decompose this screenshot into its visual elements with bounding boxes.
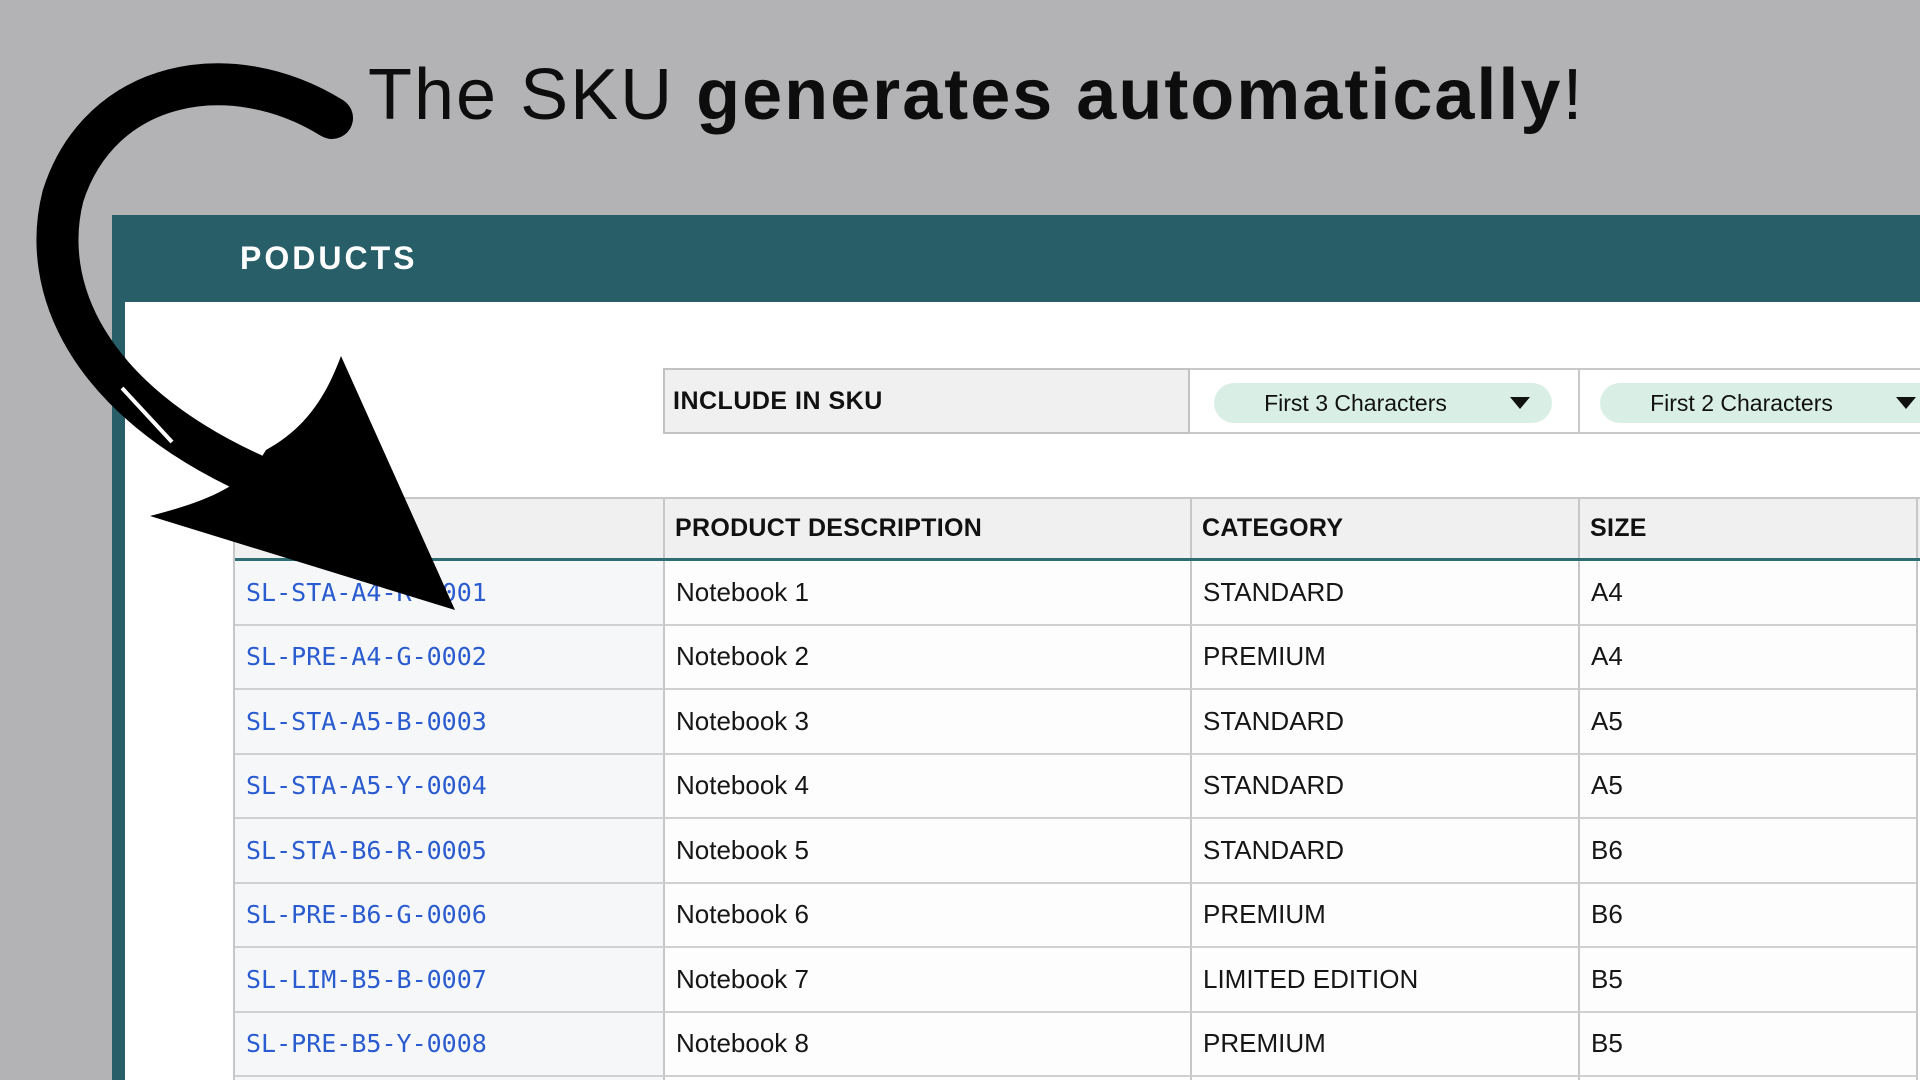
- column-header-product-description[interactable]: PRODUCT DESCRIPTION: [665, 499, 1192, 558]
- cell-sku[interactable]: SL-LIM-B5-B-0007: [235, 948, 665, 1013]
- cell-size[interactable]: B5: [1580, 948, 1918, 1013]
- page-title: PODUCTS: [240, 215, 417, 302]
- cell-size[interactable]: B6: [1580, 819, 1918, 884]
- table-row: SL-STA-B6-R-0005 Notebook 5 STANDARD B6: [235, 819, 1920, 884]
- cell-sku[interactable]: SL-STA-A5-Y-0004: [235, 755, 665, 820]
- caret-down-icon: [1510, 397, 1530, 409]
- dropdown-value: First 2 Characters: [1650, 390, 1888, 417]
- sku-part-cell-1: First 3 Characters: [1190, 368, 1580, 434]
- cell-size[interactable]: A5: [1580, 755, 1918, 820]
- sku-part-cell-2: First 2 Characters: [1580, 368, 1920, 434]
- tutorial-graphic: The SKU generates automatically! PODUCTS…: [0, 0, 1920, 1080]
- cell-description[interactable]: Notebook 1: [665, 561, 1192, 626]
- cell-size[interactable]: A4: [1580, 561, 1918, 626]
- table-row: SL-PRE-B6-G-0006 Notebook 6 PREMIUM B6: [235, 884, 1920, 949]
- cell-description[interactable]: Notebook 4: [665, 755, 1192, 820]
- dropdown-first-3-characters[interactable]: First 3 Characters: [1214, 383, 1552, 423]
- cell-sku[interactable]: SL-PRE-B5-Y-0008: [235, 1013, 665, 1078]
- cell-description[interactable]: Notebook 7: [665, 948, 1192, 1013]
- column-header-size[interactable]: SIZE: [1580, 499, 1918, 558]
- table-row: SL-STA-A5-B-0003 Notebook 3 STANDARD A5: [235, 690, 1920, 755]
- cell-description[interactable]: Notebook 6: [665, 884, 1192, 949]
- column-header-category[interactable]: CATEGORY: [1192, 499, 1580, 558]
- products-table: PRODUCT DESCRIPTION CATEGORY SIZE SL-STA…: [233, 497, 1920, 1080]
- cell-category[interactable]: STANDARD: [1192, 755, 1580, 820]
- cell-size[interactable]: B5: [1580, 1013, 1918, 1078]
- cell-size[interactable]: A4: [1580, 626, 1918, 691]
- cell-description[interactable]: Notebook 8: [665, 1013, 1192, 1078]
- cell-category[interactable]: STANDARD: [1192, 819, 1580, 884]
- caret-down-icon: [1896, 397, 1916, 409]
- cell-sku[interactable]: SL-PRE-A4-G-0002: [235, 626, 665, 691]
- dropdown-first-2-characters[interactable]: First 2 Characters: [1600, 383, 1920, 423]
- cell-description[interactable]: Notebook 3: [665, 690, 1192, 755]
- table-row: SL-PRE-B5-Y-0008 Notebook 8 PREMIUM B5: [235, 1013, 1920, 1078]
- headline-suffix: !: [1562, 55, 1584, 135]
- cell-category[interactable]: STANDARD: [1192, 561, 1580, 626]
- cell-sku[interactable]: SL-STA-B6-R-0005: [235, 819, 665, 884]
- cell-size[interactable]: B6: [1580, 884, 1918, 949]
- cell-sku[interactable]: SL-PRE-B6-G-0006: [235, 884, 665, 949]
- headline-emphasis: generates automatically: [696, 55, 1562, 135]
- headline-prefix: The SKU: [368, 55, 696, 135]
- cell-description[interactable]: Notebook 2: [665, 626, 1192, 691]
- table-row: SL-STA-A4-R-0001 Notebook 1 STANDARD A4: [235, 561, 1920, 626]
- column-header-sku[interactable]: [235, 499, 665, 558]
- cell-sku[interactable]: SL-STA-A5-B-0003: [235, 690, 665, 755]
- cell-description[interactable]: Notebook 5: [665, 819, 1192, 884]
- table-row: SL-PRE-A4-G-0002 Notebook 2 PREMIUM A4: [235, 626, 1920, 691]
- cell-size[interactable]: A5: [1580, 690, 1918, 755]
- cell-category[interactable]: STANDARD: [1192, 690, 1580, 755]
- table-row: SL-STA-A5-Y-0004 Notebook 4 STANDARD A5: [235, 755, 1920, 820]
- table-row: SL-LIM-B5-B-0007 Notebook 7 LIMITED EDIT…: [235, 948, 1920, 1013]
- dropdown-value: First 3 Characters: [1264, 390, 1502, 417]
- left-accent-strip: [112, 215, 125, 1080]
- include-in-sku-label: INCLUDE IN SKU: [663, 368, 1190, 434]
- headline: The SKU generates automatically!: [368, 58, 1584, 134]
- app-header-bar: PODUCTS: [112, 215, 1920, 302]
- cell-category[interactable]: PREMIUM: [1192, 1013, 1580, 1078]
- table-header-row: PRODUCT DESCRIPTION CATEGORY SIZE: [235, 499, 1920, 561]
- cell-category[interactable]: PREMIUM: [1192, 884, 1580, 949]
- cell-category[interactable]: PREMIUM: [1192, 626, 1580, 691]
- cell-category[interactable]: LIMITED EDITION: [1192, 948, 1580, 1013]
- cell-sku[interactable]: SL-STA-A4-R-0001: [235, 561, 665, 626]
